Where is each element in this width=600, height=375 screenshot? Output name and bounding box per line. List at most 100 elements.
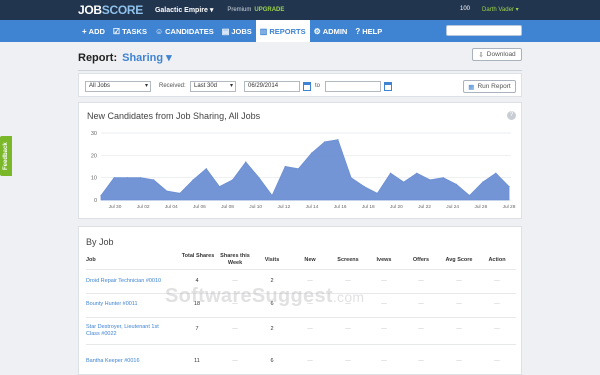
- col-new: New: [304, 257, 316, 263]
- job-link[interactable]: Droid Repair Technician #0010: [86, 278, 172, 285]
- table-cell: —: [418, 301, 424, 307]
- x-tick-label: Jul 26: [474, 204, 487, 210]
- x-tick-label: Jul 18: [362, 204, 375, 210]
- to-date-field[interactable]: [325, 81, 381, 92]
- nav-help[interactable]: ? HELP: [351, 20, 386, 42]
- table-cell: —: [456, 278, 462, 284]
- feedback-tab[interactable]: Feedback: [0, 136, 12, 176]
- report-type-selector[interactable]: Sharing ▾: [122, 52, 172, 64]
- jobscore-logo[interactable]: JOBSCORE: [78, 3, 143, 17]
- data-point: [495, 172, 497, 174]
- col-ivews: Ivews: [376, 257, 392, 263]
- row-divider: [86, 317, 516, 318]
- run-report-button[interactable]: ▦ Run Report: [463, 80, 516, 93]
- data-point: [310, 152, 313, 154]
- help-icon: ?: [355, 26, 361, 36]
- data-point: [113, 177, 115, 179]
- chart-panel: New Candidates from Job Sharing, All Job…: [78, 102, 522, 219]
- data-point: [455, 183, 457, 185]
- nav-admin[interactable]: ⚙ ADMIN: [310, 20, 352, 42]
- sharing-area-chart: 0 10 20 30 Jul 30 Jul 02 Jul 04 Jul 06 Jul 08 Jul…: [91, 131, 516, 210]
- x-tick-label: Jul 12: [277, 204, 290, 210]
- download-button[interactable]: ⇩ Download: [472, 48, 522, 61]
- x-tick-label: Jul 06: [193, 204, 206, 210]
- nav-candidates[interactable]: ☺ CANDIDATES: [151, 20, 218, 42]
- data-point: [429, 179, 431, 181]
- download-icon: ⇩: [478, 51, 484, 59]
- data-point: [232, 179, 234, 181]
- by-job-heading: By Job: [86, 237, 114, 247]
- table-cell: —: [418, 358, 424, 364]
- calendar-icon[interactable]: [384, 82, 392, 91]
- x-tick-label: Jul 04: [165, 204, 178, 210]
- report-title: Report: Sharing ▾: [78, 51, 172, 64]
- filter-bar: All Jobs ▾ Received: Last 30d ▾ 06/29/2014…: [78, 73, 522, 97]
- table-cell: 4: [195, 278, 199, 284]
- data-point: [258, 177, 260, 179]
- table-cell: —: [494, 301, 500, 307]
- table-cell: —: [456, 301, 462, 307]
- x-tick-label: Jul 10: [249, 204, 262, 210]
- data-point: [100, 194, 102, 197]
- period-select[interactable]: Last 30d ▾: [190, 81, 236, 92]
- premium-label: Premium: [227, 7, 252, 13]
- company-selector[interactable]: Galactic Empire ▾: [155, 6, 213, 14]
- table-cell: —: [232, 278, 238, 284]
- x-tick-label: Jul 28: [503, 204, 516, 210]
- logo-part-b: SCORE: [101, 3, 143, 17]
- received-label: Received:: [159, 83, 186, 89]
- data-point: [376, 192, 378, 194]
- from-date-value: 06/29/2014: [248, 83, 279, 89]
- table-cell: —: [456, 358, 462, 364]
- calendar-icon[interactable]: [303, 82, 311, 91]
- table-cell: —: [345, 278, 351, 284]
- data-point: [350, 177, 352, 179]
- job-link[interactable]: Bantha Keeper #0016: [86, 358, 172, 365]
- upgrade-link[interactable]: UPGRADE: [254, 7, 284, 13]
- col-offers: Offers: [412, 257, 430, 263]
- col-avg-score: Avg Score: [445, 257, 473, 263]
- row-divider: [86, 344, 516, 345]
- nav-add[interactable]: + ADD: [78, 20, 109, 42]
- nav-admin-label: ADMIN: [322, 26, 348, 36]
- user-menu[interactable]: Darth Vader ▾: [482, 6, 519, 13]
- chevron-down-icon: ▾: [144, 83, 148, 89]
- watermark-suffix: .com: [332, 289, 365, 305]
- table-cell: 11: [194, 358, 200, 364]
- col-job: Job: [86, 257, 96, 263]
- job-link[interactable]: Bounty Hunter #0011: [86, 301, 172, 308]
- from-date-field[interactable]: 06/29/2014: [244, 81, 300, 92]
- data-point: [166, 190, 168, 192]
- data-point: [192, 179, 194, 181]
- chart-icon: ▦: [468, 83, 475, 91]
- divider: [78, 70, 522, 71]
- data-point: [337, 139, 339, 141]
- nav-help-label: HELP: [362, 26, 383, 36]
- y-tick-label: 0: [94, 198, 97, 204]
- jobs-select[interactable]: All Jobs ▾: [85, 81, 151, 92]
- x-tick-label: Jul 24: [446, 204, 459, 210]
- table-cell: —: [381, 358, 387, 364]
- y-tick-label: 20: [91, 153, 97, 159]
- nav-candidates-label: CANDIDATES: [165, 26, 214, 36]
- briefcase-icon: ▤: [221, 26, 230, 36]
- table-cell: 2: [270, 278, 274, 284]
- data-point: [403, 181, 405, 183]
- x-tick-label: Jul 16: [334, 204, 347, 210]
- nav-jobs[interactable]: ▤ JOBS: [218, 20, 256, 42]
- table-cell: —: [307, 326, 313, 332]
- data-point: [508, 186, 510, 188]
- to-label: to: [315, 83, 321, 89]
- nav-reports[interactable]: ▥ REPORTS: [255, 20, 310, 42]
- data-point: [153, 179, 155, 181]
- search-input[interactable]: [446, 25, 522, 36]
- table-cell: —: [418, 278, 424, 284]
- nav-tasks[interactable]: ☑ TASKS: [109, 20, 151, 42]
- table-cell: —: [381, 301, 387, 307]
- x-tick-label: Jul 08: [221, 204, 234, 210]
- data-point: [389, 172, 392, 174]
- job-link[interactable]: Star Destroyer, Lieutenant 1st Class #00…: [86, 324, 172, 338]
- data-point: [363, 186, 365, 188]
- data-point: [324, 141, 326, 143]
- data-point: [468, 194, 471, 197]
